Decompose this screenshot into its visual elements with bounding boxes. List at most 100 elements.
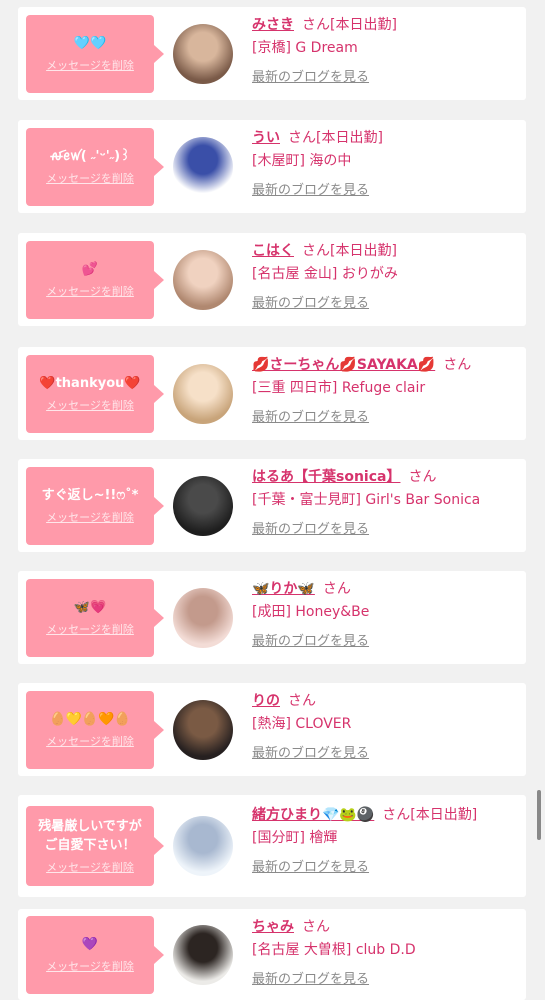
delete-message-link[interactable]: メッセージを削除 — [26, 859, 154, 875]
delete-message-link[interactable]: メッセージを削除 — [26, 57, 154, 73]
delete-message-link[interactable]: メッセージを削除 — [26, 621, 154, 637]
delete-message-link[interactable]: メッセージを削除 — [26, 509, 154, 525]
delete-message-link[interactable]: メッセージを削除 — [26, 170, 154, 186]
cast-info: ちゃみ さん [名古屋 大曽根] club D.D 最新のブログを見る — [252, 917, 518, 989]
avatar[interactable] — [173, 816, 233, 876]
honorific: さん — [408, 469, 437, 485]
avatar[interactable] — [173, 136, 233, 197]
avatar[interactable] — [173, 23, 233, 84]
honorific: さん — [302, 243, 330, 259]
cast-name-link[interactable]: 🦋りか🦋 — [252, 581, 315, 597]
message-bubble: 🥚💛🥚🧡🥚 メッセージを削除 — [26, 690, 164, 769]
latest-blog-link[interactable]: 最新のブログを見る — [252, 521, 369, 539]
latest-blog-link[interactable]: 最新のブログを見る — [252, 633, 369, 651]
avatar[interactable] — [173, 699, 233, 760]
avatar[interactable] — [173, 587, 233, 648]
shop-name: [国分町] 檜輝 — [252, 830, 338, 846]
message-card: 💜 メッセージを削除 ちゃみ さん [名古屋 大曽根] club D.D 最新のブログを見… — [18, 909, 526, 1000]
delete-message-link[interactable]: メッセージを削除 — [26, 958, 154, 974]
message-text: ꫛꫀꪝ( ˶'ᵕ'˶)꒱ — [49, 149, 131, 164]
work-status: [本日出勤] — [330, 243, 397, 259]
message-card: 🩵🩵 メッセージを削除 みさき さん[本日出勤] [京橋] G Dream 最新のブログを… — [18, 7, 526, 100]
avatar[interactable] — [173, 475, 233, 536]
name-line: こはく さん[本日出勤] — [252, 241, 518, 261]
name-line: 💋さーちゃん💋SAYAKA💋 さん — [252, 355, 518, 375]
shop-name: [千葉・富士見町] Girl's Bar Sonica — [252, 492, 481, 508]
message-card: 🦋💗 メッセージを削除 🦋りか🦋 さん [成田] Honey&Be 最新のブログを見る — [18, 571, 526, 664]
honorific: さん — [322, 581, 351, 597]
honorific: さん — [288, 693, 316, 709]
avatar[interactable] — [173, 363, 233, 424]
cast-name-link[interactable]: ちゃみ — [252, 919, 294, 935]
message-text: 🦋💗 — [73, 600, 107, 615]
message-card: 残暑厳しいですが ご自愛下さい！ メッセージを削除 緒方ひまり💎🐸🎱 さん[本日出勤]… — [18, 795, 526, 897]
message-text: 🩵🩵 — [73, 36, 107, 51]
cast-info: みさき さん[本日出勤] [京橋] G Dream 最新のブログを見る — [252, 15, 518, 87]
name-line: ちゃみ さん — [252, 917, 518, 937]
cast-info: 緒方ひまり💎🐸🎱 さん[本日出勤] [国分町] 檜輝最新のブログを見る — [252, 805, 518, 877]
cast-info: 🦋りか🦋 さん [成田] Honey&Be 最新のブログを見る — [252, 579, 518, 651]
message-bubble: 🩵🩵 メッセージを削除 — [26, 14, 164, 93]
message-bubble: 💜 メッセージを削除 — [26, 915, 164, 994]
shop-name: [成田] Honey&Be — [252, 604, 370, 620]
latest-blog-link[interactable]: 最新のブログを見る — [252, 409, 369, 427]
cast-name-link[interactable]: はるあ【千葉sonica】 — [252, 469, 400, 485]
name-line: 🦋りか🦋 さん — [252, 579, 518, 599]
shop-name: [木屋町] 海の中 — [252, 153, 352, 169]
cast-name-link[interactable]: うい — [252, 130, 280, 146]
message-text: ❤️thankyou❤️ — [39, 376, 141, 391]
message-card: 💕 メッセージを削除 こはく さん[本日出勤] [名古屋 金山] おりがみ 最新のブログを… — [18, 233, 526, 326]
message-text: 💕 — [81, 262, 99, 277]
message-bubble: 残暑厳しいですが ご自愛下さい！ メッセージを削除 — [26, 806, 164, 886]
message-card: ꫛꫀꪝ( ˶'ᵕ'˶)꒱ メッセージを削除 うい さん[本日出勤] [木屋町] 海の中最… — [18, 120, 526, 213]
cast-info: 💋さーちゃん💋SAYAKA💋 さん [三重 四日市] Refuge clair 最新の… — [252, 355, 518, 427]
message-text: 💜 — [81, 937, 99, 952]
cast-name-link[interactable]: 💋さーちゃん💋SAYAKA💋 — [252, 357, 435, 373]
message-text: 残暑厳しいですが ご自愛下さい！ — [38, 819, 142, 853]
message-card: すぐ返し~!!ෆ˚* メッセージを削除 はるあ【千葉sonica】 さん [千葉・富士見… — [18, 459, 526, 552]
delete-message-link[interactable]: メッセージを削除 — [26, 397, 154, 413]
shop-name: [三重 四日市] Refuge clair — [252, 380, 426, 396]
name-line: はるあ【千葉sonica】 さん — [252, 467, 518, 487]
honorific: さん — [382, 807, 411, 823]
work-status: [本日出勤] — [410, 807, 478, 823]
honorific: さん — [443, 357, 472, 373]
message-bubble: 💕 メッセージを削除 — [26, 240, 164, 319]
latest-blog-link[interactable]: 最新のブログを見る — [252, 182, 369, 200]
cast-name-link[interactable]: 緒方ひまり💎🐸🎱 — [252, 807, 374, 823]
message-bubble: すぐ返し~!!ෆ˚* メッセージを削除 — [26, 466, 164, 545]
delete-message-link[interactable]: メッセージを削除 — [26, 283, 154, 299]
name-line: 緒方ひまり💎🐸🎱 さん[本日出勤] — [252, 805, 518, 825]
message-bubble: ❤️thankyou❤️ メッセージを削除 — [26, 354, 164, 433]
delete-message-link[interactable]: メッセージを削除 — [26, 733, 154, 749]
message-card: ❤️thankyou❤️ メッセージを削除 💋さーちゃん💋SAYAKA💋 さん [三重 … — [18, 347, 526, 440]
latest-blog-link[interactable]: 最新のブログを見る — [252, 971, 369, 989]
message-card: 🥚💛🥚🧡🥚 メッセージを削除 りの さん [熱海] CLOVER 最新のブログを見る — [18, 683, 526, 776]
scrollbar[interactable] — [537, 790, 541, 840]
latest-blog-link[interactable]: 最新のブログを見る — [252, 295, 369, 313]
message-text: すぐ返し~!!ෆ˚* — [41, 488, 139, 503]
message-text: 🥚💛🥚🧡🥚 — [49, 712, 131, 727]
cast-name-link[interactable]: りの — [252, 693, 280, 709]
avatar[interactable] — [173, 924, 233, 985]
avatar[interactable] — [173, 249, 233, 310]
honorific: さん — [302, 919, 330, 935]
shop-name: [京橋] G Dream — [252, 40, 358, 56]
latest-blog-link[interactable]: 最新のブログを見る — [252, 859, 369, 877]
work-status: [本日出勤] — [330, 17, 397, 33]
honorific: さん — [302, 17, 330, 33]
latest-blog-link[interactable]: 最新のブログを見る — [252, 69, 369, 87]
cast-info: うい さん[本日出勤] [木屋町] 海の中最新のブログを見る — [252, 128, 518, 200]
latest-blog-link[interactable]: 最新のブログを見る — [252, 745, 369, 763]
cast-info: はるあ【千葉sonica】 さん [千葉・富士見町] Girl's Bar Soni… — [252, 467, 518, 539]
name-line: みさき さん[本日出勤] — [252, 15, 518, 35]
message-bubble: 🦋💗 メッセージを削除 — [26, 578, 164, 657]
shop-name: [熱海] CLOVER — [252, 716, 352, 732]
cast-name-link[interactable]: こはく — [252, 243, 294, 259]
work-status: [本日出勤] — [316, 130, 383, 146]
name-line: うい さん[本日出勤] — [252, 128, 518, 148]
cast-info: りの さん [熱海] CLOVER 最新のブログを見る — [252, 691, 518, 763]
cast-name-link[interactable]: みさき — [252, 17, 294, 33]
honorific: さん — [288, 130, 316, 146]
message-bubble: ꫛꫀꪝ( ˶'ᵕ'˶)꒱ メッセージを削除 — [26, 127, 164, 206]
